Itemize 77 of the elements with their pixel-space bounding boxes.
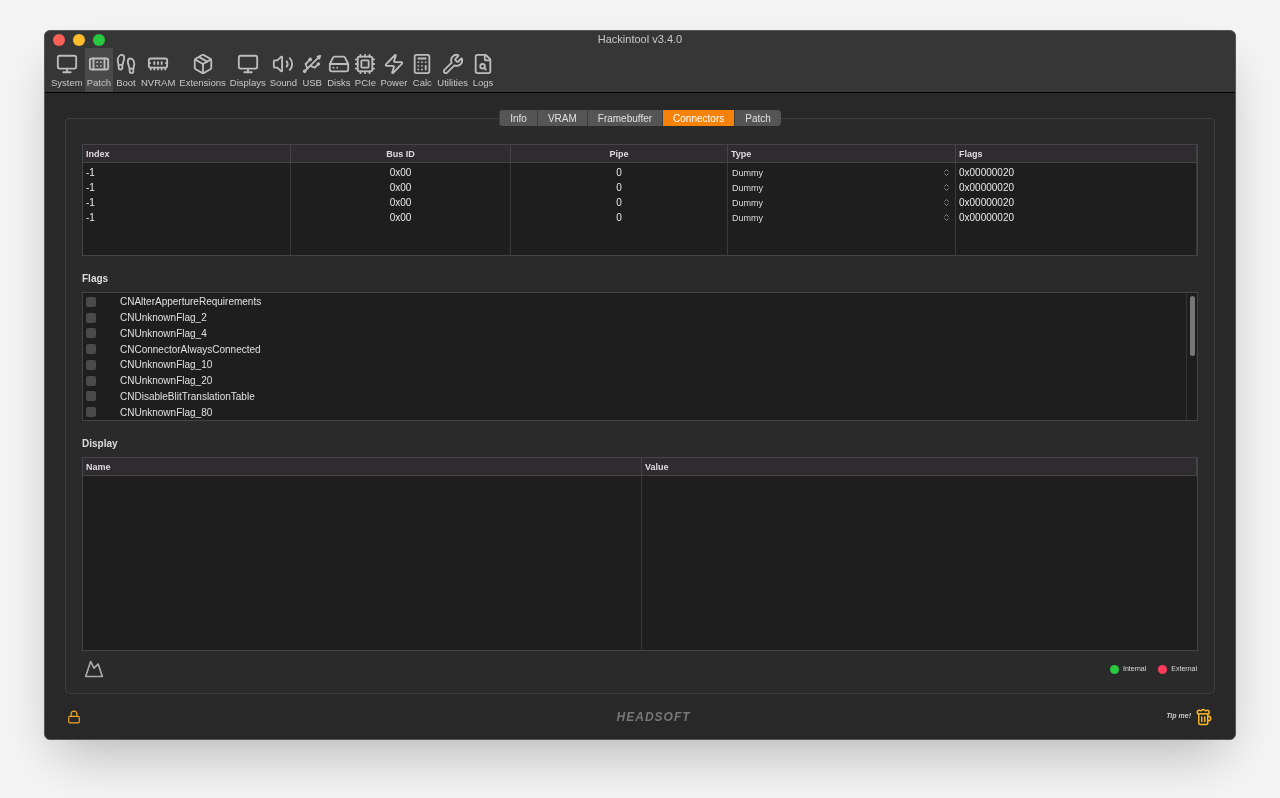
column-header[interactable]: Bus ID [291,145,511,162]
column-header[interactable]: Name [83,458,642,475]
flag-label: CNUnknownFlag_80 [120,405,213,420]
table-cell-text: 0 [615,181,623,195]
flag-label: CNConnectorAlwaysConnected [120,342,261,357]
minimize-button[interactable] [73,33,85,46]
stepper-icon [942,168,951,177]
table-cell-text: 0 [615,166,623,180]
column-header[interactable]: Index [83,145,291,162]
column-header[interactable]: Value [642,458,1197,475]
flag-label: CNUnknownFlag_2 [120,311,207,326]
type-select[interactable]: Dummy [728,195,955,210]
toolbar-button[interactable]: Sound [267,48,300,92]
flag-label: CNDisableBlitTranslationTable [120,389,255,404]
monitor-icon [236,53,259,75]
lock-icon[interactable] [67,709,81,724]
table-cell-text: 0 [615,196,623,210]
column-header[interactable]: Pipe [511,145,728,162]
table-cell-text: -1 [85,166,96,180]
flag-label: CNUnknownFlag_4 [120,326,207,341]
toolbar-button[interactable]: Power [378,48,410,92]
package-icon [191,53,214,75]
table-cell-text: 0x00 [388,166,413,180]
checkbox[interactable] [86,375,96,386]
column-header[interactable]: Type [728,145,956,162]
lightning-icon [382,53,405,75]
section-title: Display [82,437,119,451]
table-cell-text: 0x00 [388,211,413,225]
type-select[interactable]: Dummy [728,210,955,225]
toolbar-button[interactable]: Displays [227,48,268,92]
checkbox[interactable] [86,328,96,339]
table-cell-text: 0x00000020 [958,196,1016,210]
checkbox[interactable] [86,296,96,307]
table-cell-text: 0x00000020 [958,166,1016,180]
table-cell-text: 0 [615,211,623,225]
close-button[interactable] [53,33,65,46]
table-cell-text: -1 [85,196,96,210]
checkbox[interactable] [86,407,96,418]
toolbar-button[interactable]: PCIe [352,48,379,92]
flag-label: CNAlterAppertureRequirements [120,295,262,310]
beer-icon[interactable] [1195,707,1213,726]
checkbox[interactable] [86,391,96,402]
checkbox[interactable] [86,312,96,323]
table-cell-text: -1 [85,211,96,225]
table-cell-text: 0x00000020 [958,181,1016,195]
toolbar-button[interactable]: NVRAM [139,48,178,92]
toolbar-button[interactable]: Disks [325,48,353,92]
stepper-icon [942,213,951,222]
toolbar-button[interactable]: Patch [84,48,113,92]
computer-icon [55,53,78,75]
checkbox[interactable] [86,359,96,370]
toolbar-button[interactable]: Boot [113,48,139,92]
speaker-icon [272,53,295,75]
type-select[interactable]: Dummy [728,180,955,195]
table-cell-text: 0x00 [388,196,413,210]
table-cell-text: -1 [85,181,96,195]
zoom-button[interactable] [93,33,105,46]
scrollbar-thumb[interactable] [1189,296,1195,356]
toolbar-button[interactable]: USB [299,48,326,92]
stepper-icon [942,183,951,192]
stepper-icon [942,198,951,207]
toolbar-button[interactable]: Logs [469,48,496,92]
toolbar-button[interactable]: Extensions [177,48,228,92]
checkbox[interactable] [86,344,96,355]
window-title: Hackintool v3.4.0 [597,32,683,48]
toolbar-button[interactable]: System [49,48,85,92]
section-title: Flags [82,272,110,286]
table-cell-text: 0x00 [388,181,413,195]
column-header[interactable]: Flags [956,145,1197,162]
type-select[interactable]: Dummy [728,165,955,180]
toolbar-button[interactable]: Calc [409,48,436,92]
toolbar-button[interactable]: Utilities [435,48,470,92]
wrench-icon [441,53,464,75]
table-cell-text: 0x00000020 [958,211,1016,225]
usb-icon [301,53,324,75]
flag-label: CNUnknownFlag_20 [120,374,213,389]
flag-label: CNUnknownFlag_10 [120,358,213,373]
